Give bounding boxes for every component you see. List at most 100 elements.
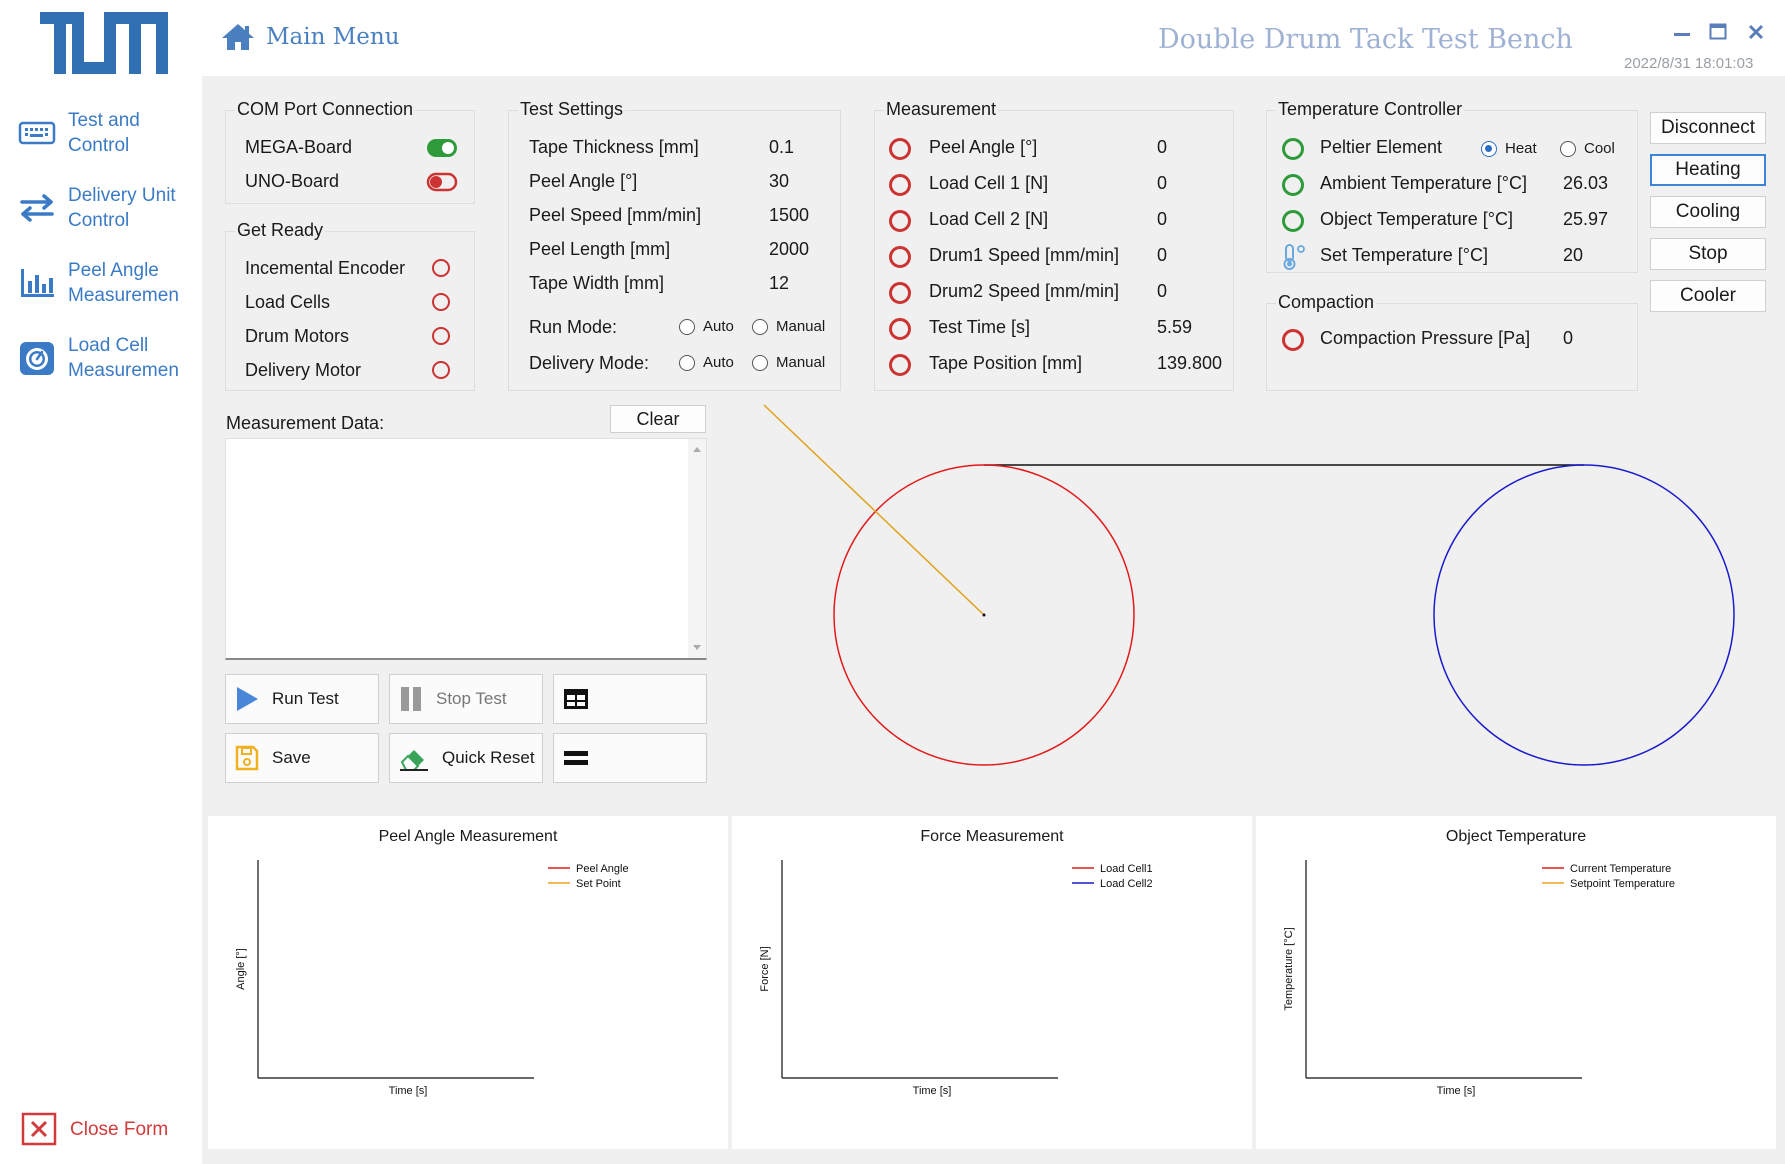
measurement-value: 5.59 <box>1157 317 1193 337</box>
measurement-value: 139.800 <box>1157 353 1223 373</box>
legend-label: Load Cell1 <box>1100 863 1153 875</box>
maximize-icon[interactable] <box>1708 22 1728 42</box>
setting-value[interactable]: 12 <box>769 273 789 294</box>
uno-board-toggle[interactable] <box>426 171 458 193</box>
cool-radio[interactable] <box>1560 141 1576 157</box>
object-temperature-chart-panel: Object Temperature Time [s] Temperature [… <box>1256 816 1776 1149</box>
gauge-icon <box>20 342 54 375</box>
run-mode-manual-radio[interactable] <box>752 319 768 335</box>
x-axis-label: Time [s] <box>913 1085 952 1097</box>
legend-label: Peel Angle <box>576 863 629 875</box>
close-form-button[interactable]: Close Form <box>20 1112 168 1146</box>
measurement-data-textbox[interactable] <box>225 438 707 660</box>
measurement-value: 0 <box>1157 245 1168 265</box>
measurement-value: 0 <box>1157 209 1168 229</box>
datetime-label: 2022/8/31 18:01:03 <box>1624 55 1754 72</box>
quick-reset-label: Quick Reset <box>442 748 535 767</box>
legend-label: Setpoint Temperature <box>1570 878 1675 890</box>
sidebar-item-label: Measuremen <box>68 360 179 381</box>
thermometer-icon <box>1283 244 1305 270</box>
get-ready-item-label: Incemental Encoder <box>245 258 406 278</box>
measurement-label: Tape Position [mm] <box>929 353 1083 373</box>
clear-button[interactable]: Clear <box>610 405 706 433</box>
mega-board-toggle[interactable] <box>426 137 458 159</box>
get-ready-item-label: Load Cells <box>245 292 331 312</box>
ambient-temp-value: 26.03 <box>1563 173 1609 193</box>
group-title: Get Ready <box>235 220 326 241</box>
set-temp-label: Set Temperature [°C] <box>1320 245 1488 265</box>
measurement-label: Test Time [s] <box>929 317 1031 337</box>
com-port-group: COM Port Connection MEGA-Board UNO-Board <box>225 99 475 204</box>
setting-value[interactable]: 1500 <box>769 205 809 226</box>
set-temp-value[interactable]: 20 <box>1563 245 1583 266</box>
legend-label: Current Temperature <box>1570 863 1671 875</box>
pause-icon <box>401 687 421 711</box>
cooler-button[interactable]: Cooler <box>1650 280 1766 312</box>
peltier-label: Peltier Element <box>1320 137 1443 157</box>
drum-visualization <box>763 404 1735 766</box>
delivery-mode-label: Delivery Mode: <box>529 353 650 373</box>
y-axis-label: Temperature [°C] <box>1283 927 1295 1010</box>
y-axis-label: Force [N] <box>759 946 771 991</box>
force-chart: Time [s] Force [N] Load Cell1 Load Cell2 <box>759 860 1153 1097</box>
play-icon <box>237 687 258 711</box>
save-icon <box>235 745 259 771</box>
run-mode-auto-radio[interactable] <box>679 319 695 335</box>
status-indicator-icon <box>432 259 450 277</box>
close-box-icon <box>21 1112 57 1146</box>
uno-board-label: UNO-Board <box>245 171 340 191</box>
drum2-circle <box>1433 464 1735 766</box>
disconnect-button[interactable]: Disconnect <box>1650 112 1766 144</box>
radio-label: Manual <box>776 354 826 371</box>
eraser-icon <box>400 750 428 771</box>
peel-angle-chart-panel: Peel Angle Measurement Time [s] Angle [°]… <box>208 816 728 1149</box>
heating-button[interactable]: Heating <box>1650 154 1766 186</box>
sidebar-item-peel-angle-measurement[interactable]: Peel Angle Measuremen <box>18 258 198 308</box>
sidebar-item-test-and-control[interactable]: Test and Control <box>18 108 198 158</box>
setting-value[interactable]: 30 <box>769 171 789 192</box>
delivery-mode-manual-radio[interactable] <box>752 355 768 371</box>
table-icon <box>564 689 588 709</box>
sidebar-item-load-cell-measurement[interactable]: Load Cell Measuremen <box>18 333 198 383</box>
radio-label: Auto <box>703 354 734 371</box>
legend-label: Load Cell2 <box>1100 878 1153 890</box>
object-temp-label: Object Temperature [°C] <box>1320 209 1513 229</box>
setting-value[interactable]: 0.1 <box>769 137 794 158</box>
get-ready-item-label: Delivery Motor <box>245 360 362 380</box>
stop-test-button[interactable]: Stop Test <box>389 674 543 724</box>
get-ready-group: Get Ready Incemental Encoder Load Cells … <box>225 220 475 391</box>
sidebar-item-label: Test and <box>68 110 140 131</box>
menu-button[interactable] <box>553 733 707 783</box>
table-view-button[interactable] <box>553 674 707 724</box>
heat-radio[interactable] <box>1481 141 1497 157</box>
run-test-button[interactable]: Run Test <box>225 674 379 724</box>
setting-label: Tape Width [mm] <box>529 273 665 293</box>
sidebar-item-delivery-unit-control[interactable]: Delivery Unit Control <box>18 183 198 233</box>
measurement-label: Drum2 Speed [mm/min] <box>929 281 1120 301</box>
app-title: Double Drum Tack Test Bench <box>1158 24 1573 55</box>
force-chart-panel: Force Measurement Time [s] Force [N] Load … <box>732 816 1252 1149</box>
group-title: Measurement <box>884 99 999 120</box>
home-button[interactable]: Main Menu <box>220 22 400 52</box>
minimize-icon[interactable] <box>1672 24 1692 44</box>
drum1-center <box>982 613 986 617</box>
legend-label: Set Point <box>576 878 621 890</box>
quick-reset-button[interactable]: Quick Reset <box>389 733 543 783</box>
mega-board-label: MEGA-Board <box>245 137 353 157</box>
status-indicator-icon <box>432 327 450 345</box>
ambient-temp-label: Ambient Temperature [°C] <box>1320 173 1527 193</box>
keyboard-icon <box>18 121 56 145</box>
setting-value[interactable]: 2000 <box>769 239 809 260</box>
status-indicator-icon <box>1282 174 1304 196</box>
test-settings-group: Test Settings Tape Thickness [mm] 0.1 Pe… <box>508 99 841 391</box>
status-indicator-icon <box>889 246 911 268</box>
save-label: Save <box>272 748 311 767</box>
cooling-button[interactable]: Cooling <box>1650 196 1766 228</box>
save-button[interactable]: Save <box>225 733 379 783</box>
stop-button[interactable]: Stop <box>1650 238 1766 270</box>
close-icon[interactable] <box>1746 22 1766 42</box>
peel-tape-line <box>763 404 985 616</box>
delivery-mode-auto-radio[interactable] <box>679 355 695 371</box>
setting-label: Peel Angle [°] <box>529 171 638 191</box>
status-indicator-icon <box>889 138 911 160</box>
